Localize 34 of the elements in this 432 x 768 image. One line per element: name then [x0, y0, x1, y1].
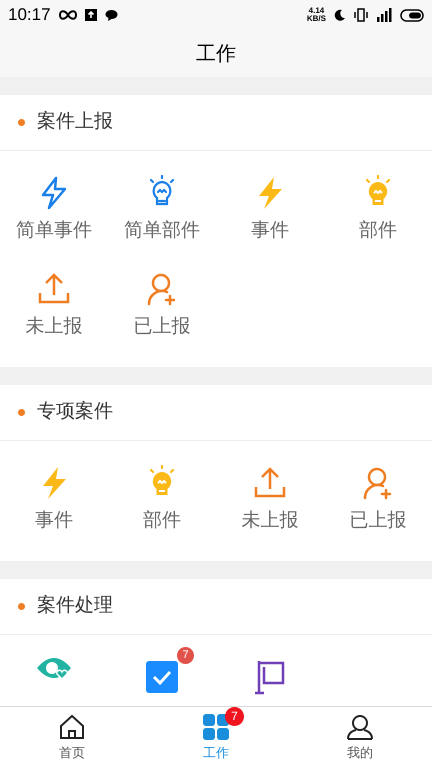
signal-icon [376, 8, 392, 22]
feature-button[interactable]: 未上报 [216, 451, 324, 547]
section-title: 案件处理 [37, 594, 113, 618]
section-title: 案件上报 [37, 110, 113, 134]
feature-button[interactable]: 未上报 [0, 257, 108, 353]
feature-button[interactable]: 已上报 [108, 257, 216, 353]
feature-button[interactable]: 事件 [216, 161, 324, 257]
section-title: 专项案件 [37, 400, 113, 424]
feature-button[interactable]: 简单事件 [0, 161, 108, 257]
upload-notification-icon [84, 9, 97, 21]
tab-bar-item[interactable]: 首页 [0, 707, 144, 768]
feature-button[interactable]: 部件 [324, 161, 432, 257]
count-badge: 7 [225, 706, 244, 726]
feature-button[interactable]: 已上报 [324, 451, 432, 547]
network-speed: 4.14 KB/S [306, 7, 326, 23]
infinity-icon [58, 10, 77, 20]
feature-button[interactable]: 部件 [108, 451, 216, 547]
bullet-icon [18, 603, 25, 610]
tab-bar-item[interactable]: 7 工作 [144, 707, 288, 768]
user-icon [346, 712, 374, 741]
tab-bar-item[interactable]: 我的 [288, 707, 432, 768]
message-icon [104, 9, 118, 21]
vibrate-icon [354, 8, 368, 22]
battery-icon [400, 8, 424, 22]
status-time: 10:17 [8, 4, 51, 26]
bullet-icon [18, 409, 25, 416]
moon-icon [334, 9, 346, 21]
bullet-icon [18, 119, 25, 126]
count-badge: 7 [177, 647, 194, 664]
feature-button[interactable]: 简单部件 [108, 161, 216, 257]
grid-icon [202, 712, 230, 741]
feature-button[interactable]: 事件 [0, 451, 108, 547]
page-title: 工作 [196, 42, 236, 66]
home-icon [58, 712, 86, 741]
